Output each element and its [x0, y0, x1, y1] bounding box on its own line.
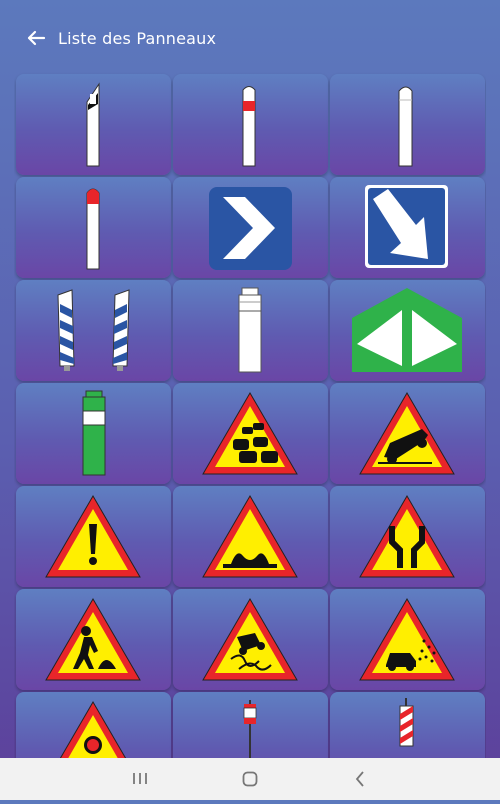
- temporary-speed-bump-icon: [202, 495, 298, 578]
- sign-tile[interactable]: [330, 383, 485, 484]
- delineator-black-band-icon: [86, 82, 100, 167]
- red-top-post-icon: [86, 188, 100, 270]
- sign-tile[interactable]: [16, 486, 171, 587]
- sign-tile[interactable]: [330, 692, 485, 758]
- sign-tile[interactable]: [16, 589, 171, 690]
- sign-tile[interactable]: [173, 74, 328, 175]
- sign-tile[interactable]: [173, 177, 328, 278]
- temporary-traffic-jam-icon: [202, 392, 298, 475]
- arrow-left-icon[interactable]: [24, 26, 50, 50]
- sign-tile[interactable]: [330, 177, 485, 278]
- sign-tile[interactable]: [16, 692, 171, 758]
- green-diverge-icon: [352, 288, 462, 372]
- sign-tile[interactable]: [173, 486, 328, 587]
- app-bar: Liste des Panneaux: [0, 0, 500, 72]
- sign-tile[interactable]: [173, 589, 328, 690]
- sign-tile[interactable]: [16, 383, 171, 484]
- sign-tile[interactable]: [330, 486, 485, 587]
- white-beacon-icon: [238, 287, 262, 373]
- temporary-gravel-icon: [359, 598, 455, 681]
- sign-tile[interactable]: [173, 280, 328, 381]
- nav-back-icon[interactable]: [330, 758, 390, 800]
- delineator-red-band-icon: [242, 86, 256, 167]
- sign-tile[interactable]: [330, 589, 485, 690]
- temporary-traffic-light-icon: [59, 701, 127, 758]
- chevron-right-icon: [209, 187, 292, 270]
- green-beacon-icon: [82, 390, 106, 476]
- blue-striped-posts-icon: [57, 289, 130, 371]
- sign-tile[interactable]: [16, 177, 171, 278]
- sign-tile[interactable]: [16, 74, 171, 175]
- temporary-accident-icon: [359, 392, 455, 475]
- sign-tile[interactable]: [16, 280, 171, 381]
- temporary-danger-icon: [45, 495, 141, 578]
- white-post-icon: [398, 86, 413, 167]
- temporary-slippery-road-icon: [202, 598, 298, 681]
- arrow-down-right-icon: [365, 185, 448, 268]
- sign-tile[interactable]: [173, 383, 328, 484]
- home-icon[interactable]: [220, 758, 280, 800]
- signs-grid: [14, 72, 486, 758]
- striped-post-icon: [399, 698, 414, 747]
- sign-tile[interactable]: [330, 74, 485, 175]
- temporary-roadworks-icon: [45, 598, 141, 681]
- red-white-post-icon: [243, 700, 257, 758]
- sign-tile[interactable]: [330, 280, 485, 381]
- page-title: Liste des Panneaux: [58, 29, 217, 48]
- system-nav-bar: [0, 758, 500, 800]
- temporary-road-narrows-icon: [359, 495, 455, 578]
- recent-apps-icon[interactable]: [110, 758, 170, 800]
- sign-tile[interactable]: [173, 692, 328, 758]
